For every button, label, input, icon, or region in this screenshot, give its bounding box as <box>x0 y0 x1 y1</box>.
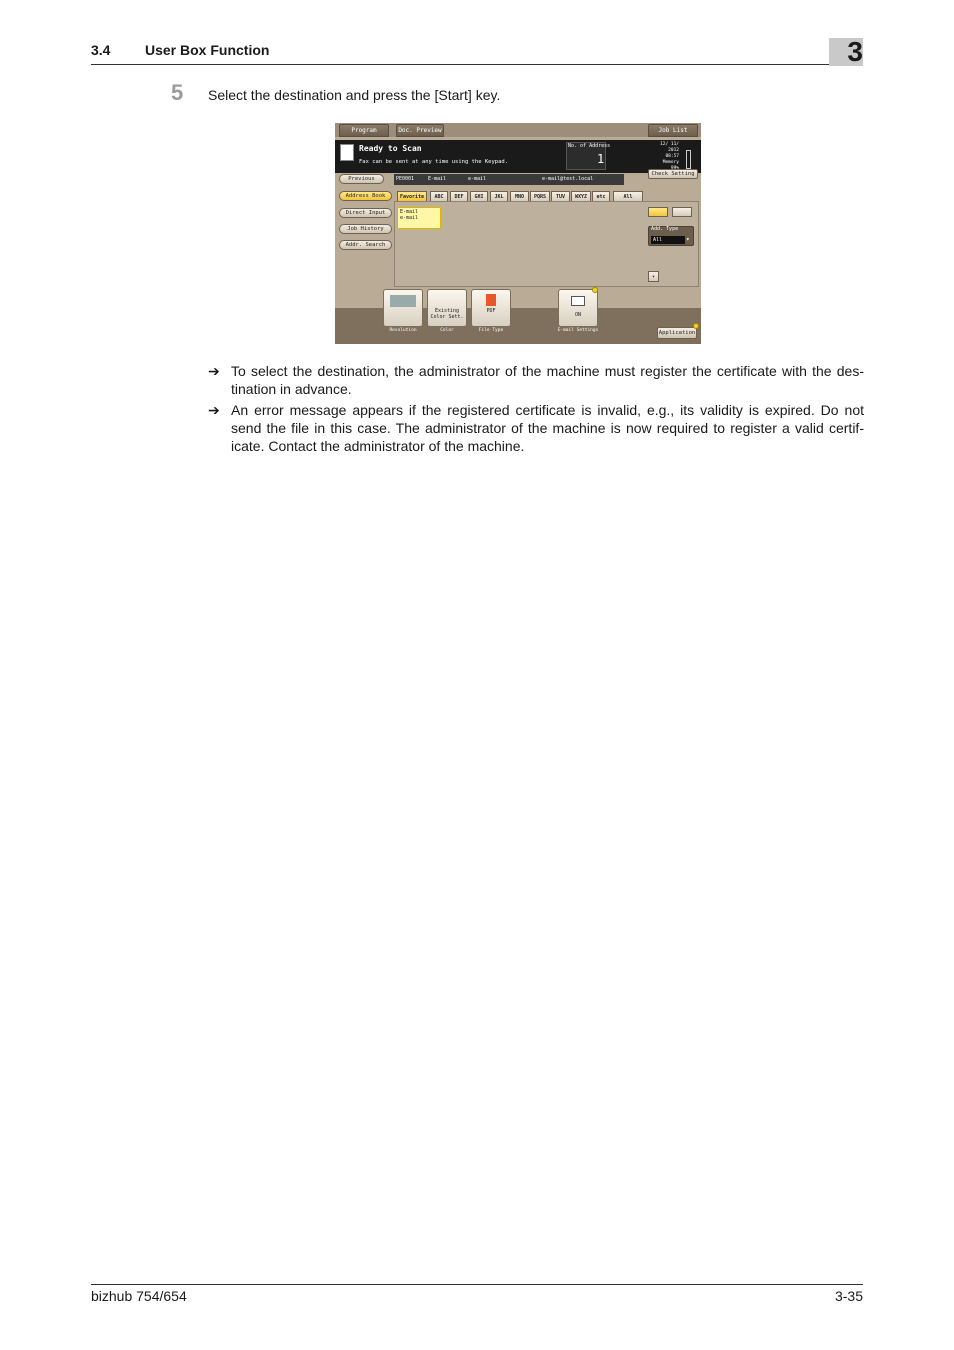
tab-doc-preview[interactable]: Doc. Preview <box>396 124 444 137</box>
grid-view-icon[interactable] <box>648 207 668 217</box>
side-job-history[interactable]: Job History <box>339 224 392 234</box>
destination-type: E-mail <box>428 176 447 182</box>
arrow-icon: ➔ <box>208 402 220 418</box>
side-address-book[interactable]: Address Book <box>339 191 392 201</box>
email-settings-button-label: ON <box>574 312 582 318</box>
entry-name: e-mail <box>400 215 419 221</box>
destination-name: e-mail <box>468 176 487 182</box>
pdf-icon <box>486 294 496 306</box>
section-number: 3.4 <box>91 42 111 58</box>
control-panel-screenshot: Program Doc. Preview Job List Ready to S… <box>335 123 701 344</box>
add-type-label: Add. Type <box>651 226 679 232</box>
destination-id: PE0001 <box>396 176 415 182</box>
tab-job-list[interactable]: Job List <box>648 124 698 137</box>
memory-gauge <box>686 150 691 169</box>
add-type-value: All <box>651 236 685 244</box>
add-type-select[interactable]: Add. Type All ▾ <box>648 226 694 246</box>
email-settings-button[interactable]: ON <box>558 289 598 327</box>
color-button-label: Existing Color Sett. <box>430 308 464 320</box>
footer-rule <box>91 1284 863 1285</box>
arrow-icon: ➔ <box>208 363 220 379</box>
status-title: Ready to Scan <box>359 144 422 153</box>
datetime: 12/ 11/ 2012 08:57 Memory 99% <box>649 142 679 172</box>
envelope-icon <box>571 296 585 306</box>
indicator-dot <box>592 287 598 293</box>
resolution-button[interactable] <box>383 289 423 327</box>
step-instruction: Select the destination and press the [St… <box>208 87 501 103</box>
check-setting-button[interactable]: Check Setting <box>648 169 698 179</box>
application-button[interactable]: Application <box>657 327 697 339</box>
email-settings-label: E-mail Settings <box>557 328 599 333</box>
scroll-down-icon[interactable]: ▾ <box>648 271 659 282</box>
application-indicator-dot <box>693 323 699 329</box>
file-type-button[interactable]: PDF <box>471 289 511 327</box>
address-count-label: No. of Address <box>568 143 611 149</box>
color-label: Color <box>440 328 454 333</box>
note-text: To select the destination, the administr… <box>231 363 864 397</box>
document-icon <box>340 144 354 161</box>
tab-program[interactable]: Program <box>339 124 389 137</box>
address-entry[interactable]: E-mail e-mail <box>397 207 441 229</box>
chapter-number: 3 <box>847 36 863 67</box>
header-rule <box>91 64 863 65</box>
note-item: ➔ An error message appears if the regist… <box>208 401 864 455</box>
note-text: An error message appears if the register… <box>231 402 864 454</box>
status-subtitle: Fax can be sent at any time using the Ke… <box>359 159 509 165</box>
destination-address: e-mail@test.local <box>542 176 594 182</box>
side-direct-input[interactable]: Direct Input <box>339 208 392 218</box>
footer-page-number: 3-35 <box>834 1288 863 1304</box>
list-view-icon[interactable] <box>672 207 692 217</box>
top-bar <box>335 123 701 137</box>
step-number: 5 <box>171 80 184 105</box>
file-type-button-label: PDF <box>486 308 496 314</box>
footer-model: bizhub 754/654 <box>91 1288 187 1304</box>
chevron-down-icon: ▾ <box>686 236 690 243</box>
section-title: User Box Function <box>145 42 270 58</box>
note-item: ➔ To select the destination, the adminis… <box>208 362 864 398</box>
color-button[interactable]: Existing Color Sett. <box>427 289 467 327</box>
address-count-value: 1 <box>597 152 605 166</box>
printer-icon <box>390 295 416 307</box>
previous-button[interactable]: Previous <box>339 174 384 184</box>
file-type-label: File Type <box>478 328 504 333</box>
side-addr-search[interactable]: Addr. Search <box>339 240 392 250</box>
date-text: 12/ 11/ 2012 <box>660 142 679 153</box>
resolution-label: Resolution <box>389 328 417 333</box>
